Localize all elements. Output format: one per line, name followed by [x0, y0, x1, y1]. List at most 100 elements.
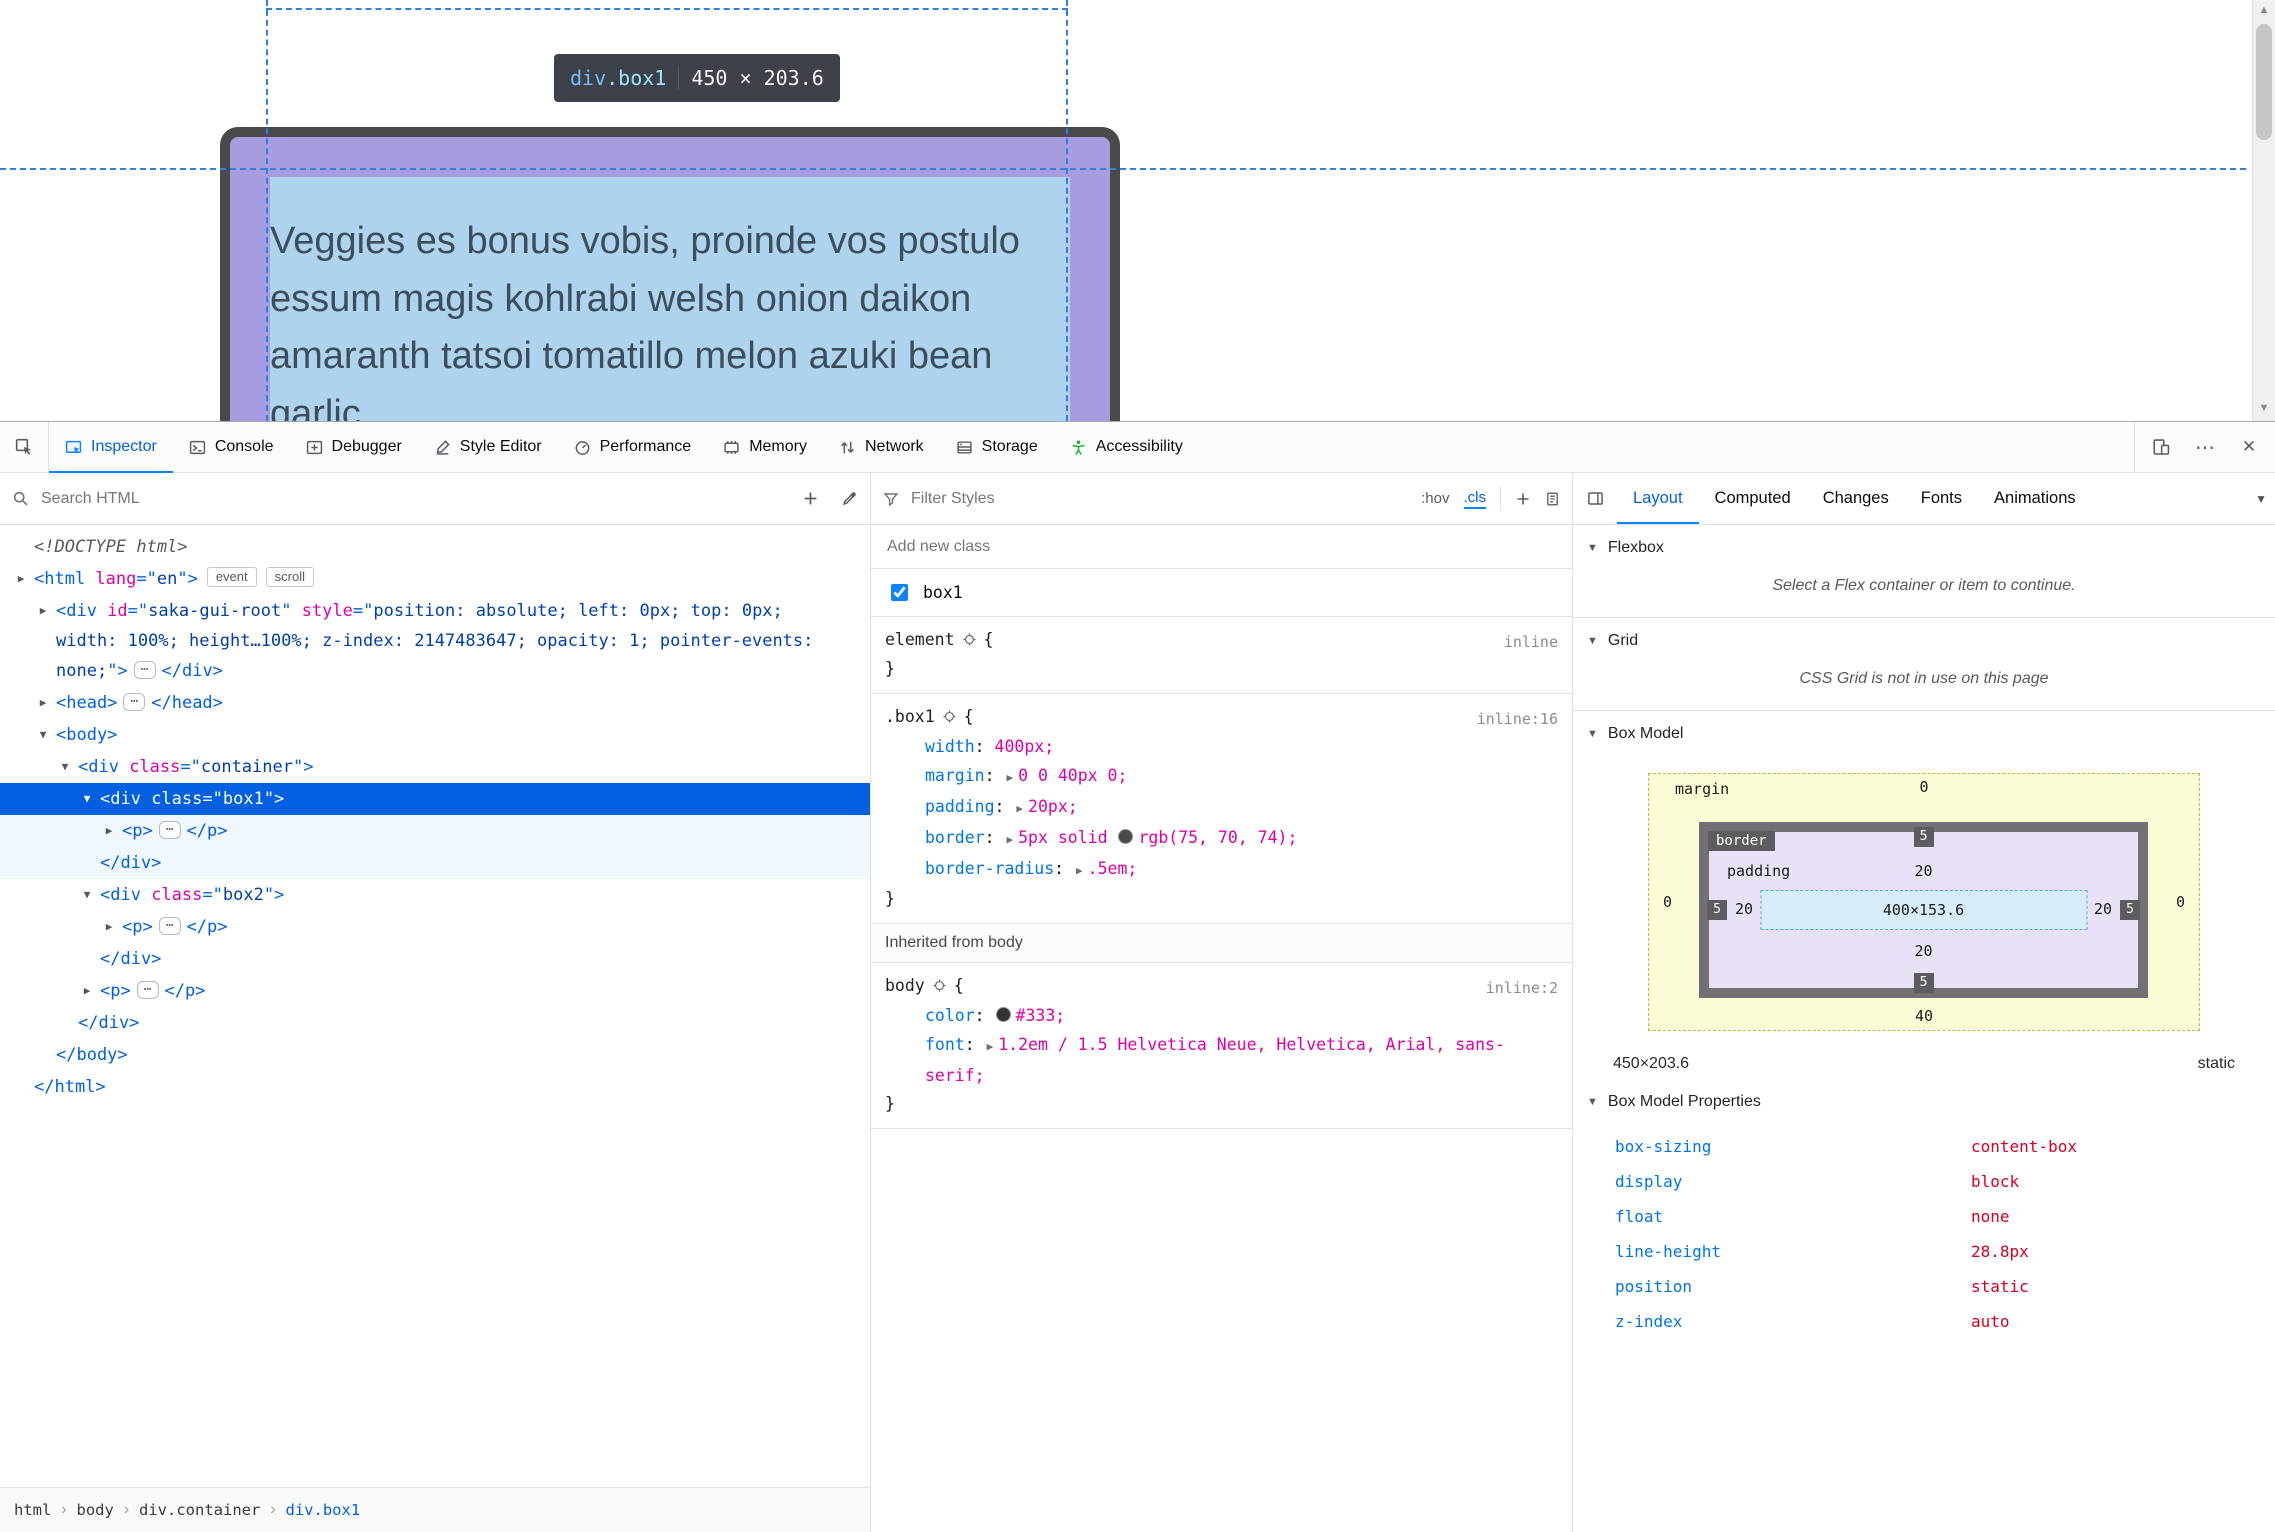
selector-highlighter-icon[interactable]	[942, 709, 957, 724]
node-body-close[interactable]: </body>	[0, 1039, 870, 1071]
inline-expander[interactable]: ⋯	[133, 661, 156, 679]
node-html[interactable]: ▶ <html lang="en"> event scroll	[0, 563, 870, 595]
breadcrumb-item[interactable]: html	[14, 1501, 51, 1519]
twisty-closed-icon[interactable]: ▶	[78, 976, 96, 1006]
twisty-open-icon[interactable]: ▼	[34, 720, 52, 750]
node-box1-close[interactable]: </div>	[0, 847, 870, 879]
twisty-closed-icon[interactable]: ▶	[34, 596, 52, 626]
declaration-border[interactable]: border: ▶ 5px solid rgb(75, 70, 74);	[885, 823, 1554, 854]
sidebar-tab-layout[interactable]: Layout	[1617, 473, 1699, 524]
breadcrumb-item[interactable]: body	[77, 1501, 114, 1519]
breadcrumb-item[interactable]: div.box1	[286, 1501, 361, 1519]
rule-selector[interactable]: .box1	[885, 707, 935, 726]
node-div-box2[interactable]: ▼ <div class="box2">	[0, 879, 870, 911]
node-picker-button[interactable]	[0, 422, 49, 472]
node-div-box1[interactable]: ▼ <div class="box1">	[0, 783, 870, 815]
declaration-border-radius[interactable]: border-radius: ▶ .5em;	[885, 854, 1554, 885]
class-panel-toggle[interactable]: .cls	[1463, 489, 1486, 509]
padding-top-value[interactable]: 20	[1914, 862, 1932, 880]
devtools-tab-console[interactable]: Console	[173, 422, 290, 472]
add-node-button[interactable]	[802, 490, 819, 507]
expand-property-icon[interactable]: ▶	[1076, 864, 1083, 877]
selector-highlighter-icon[interactable]	[962, 632, 977, 647]
layout-property-name[interactable]: display	[1615, 1164, 1971, 1199]
flexbox-section-header[interactable]: ▼ Flexbox	[1573, 525, 2275, 571]
responsive-design-button[interactable]	[2139, 422, 2183, 472]
box-model-properties-header[interactable]: ▼ Box Model Properties	[1573, 1079, 2275, 1125]
inline-expander[interactable]: ⋯	[158, 821, 181, 839]
twisty-closed-icon[interactable]: ▶	[34, 688, 52, 718]
border-bottom-value[interactable]: 5	[1913, 973, 1934, 993]
sidebar-tab-computed[interactable]: Computed	[1699, 473, 1807, 524]
sidebar-toggle-button[interactable]	[1573, 473, 1617, 524]
twisty-open-icon[interactable]: ▼	[56, 752, 74, 782]
padding-left-value[interactable]: 20	[1735, 900, 1753, 918]
node-saka-gui-root[interactable]: ▶ <div id="saka-gui-root" style="position…	[0, 595, 870, 687]
declaration-color[interactable]: color: #333;	[885, 1001, 1554, 1030]
declaration-font[interactable]: font: ▶ 1.2em / 1.5 Helvetica Neue, Helve…	[885, 1030, 1554, 1090]
devtools-tab-performance[interactable]: Performance	[558, 422, 708, 472]
devtools-tab-accessibility[interactable]: Accessibility	[1054, 422, 1199, 472]
declaration-margin[interactable]: margin: ▶ 0 0 40px 0;	[885, 761, 1554, 792]
sidebar-tab-animations[interactable]: Animations	[1978, 473, 2092, 524]
twisty-open-icon[interactable]: ▼	[78, 880, 96, 910]
add-rule-button[interactable]	[1515, 491, 1531, 507]
layout-property-name[interactable]: z-index	[1615, 1304, 1971, 1339]
rule-selector[interactable]: body	[885, 976, 925, 995]
node-container-p[interactable]: ▶ <p> ⋯ </p>	[0, 975, 870, 1007]
devtools-tab-storage[interactable]: Storage	[940, 422, 1054, 472]
stylesheet-link[interactable]: inline:2	[1486, 973, 1558, 1003]
node-box2-close[interactable]: </div>	[0, 943, 870, 975]
twisty-closed-icon[interactable]: ▶	[100, 912, 118, 942]
node-container-close[interactable]: </div>	[0, 1007, 870, 1039]
padding-right-value[interactable]: 20	[2094, 900, 2112, 918]
stylesheet-link[interactable]: inline	[1504, 627, 1558, 657]
layout-property-name[interactable]: box-sizing	[1615, 1129, 1971, 1164]
scroll-up-icon[interactable]: ▲	[2253, 4, 2275, 16]
badge-event[interactable]: event	[206, 567, 257, 587]
twisty-closed-icon[interactable]: ▶	[100, 816, 118, 846]
node-box2-p[interactable]: ▶ <p> ⋯ </p>	[0, 911, 870, 943]
border-left-value[interactable]: 5	[1707, 900, 1727, 920]
box-model-section-header[interactable]: ▼ Box Model	[1573, 711, 2275, 757]
node-doctype[interactable]: <!DOCTYPE html>	[0, 531, 870, 563]
border-right-value[interactable]: 5	[2120, 900, 2140, 920]
box-model-content-region[interactable]: 400×153.6	[1760, 890, 2087, 930]
node-head[interactable]: ▶ <head> ⋯ </head>	[0, 687, 870, 719]
devtools-tab-debugger[interactable]: Debugger	[290, 422, 418, 472]
layout-property-name[interactable]: float	[1615, 1199, 1971, 1234]
expand-property-icon[interactable]: ▶	[1016, 802, 1023, 815]
expand-property-icon[interactable]: ▶	[987, 1040, 994, 1053]
border-top-value[interactable]: 5	[1913, 827, 1934, 847]
close-devtools-button[interactable]: ✕	[2227, 422, 2271, 472]
margin-top-value[interactable]: 0	[1919, 778, 1928, 796]
devtools-tab-memory[interactable]: Memory	[707, 422, 823, 472]
layout-property-name[interactable]: position	[1615, 1269, 1971, 1304]
layout-property-name[interactable]: line-height	[1615, 1234, 1971, 1269]
badge-scroll[interactable]: scroll	[265, 567, 314, 587]
filter-styles-input[interactable]	[909, 488, 1412, 509]
search-input[interactable]	[39, 488, 792, 509]
expand-property-icon[interactable]: ▶	[1006, 771, 1013, 784]
tab-overflow-button[interactable]: ▼	[2251, 473, 2267, 524]
scrollbar-thumb[interactable]	[2256, 24, 2272, 140]
node-div-container[interactable]: ▼ <div class="container">	[0, 751, 870, 783]
expand-property-icon[interactable]: ▶	[1006, 833, 1013, 846]
grid-section-header[interactable]: ▼ Grid	[1573, 618, 2275, 664]
class-checkbox[interactable]	[891, 584, 908, 601]
margin-right-value[interactable]: 0	[2176, 893, 2185, 911]
print-styles-button[interactable]	[1545, 491, 1560, 507]
sidebar-tab-fonts[interactable]: Fonts	[1905, 473, 1978, 524]
selector-highlighter-icon[interactable]	[932, 978, 947, 993]
breadcrumb-item[interactable]: div.container	[139, 1501, 260, 1519]
inline-expander[interactable]: ⋯	[158, 917, 181, 935]
pseudo-class-toggle[interactable]: :hov	[1421, 490, 1449, 507]
devtools-tab-network[interactable]: Network	[823, 422, 940, 472]
devtools-tab-style-editor[interactable]: Style Editor	[418, 422, 558, 472]
box-model-diagram[interactable]: margin 0 0 0 40 border 5 5 5 5 padding 2…	[1648, 773, 2200, 1031]
node-html-close[interactable]: </html>	[0, 1071, 870, 1103]
sidebar-tab-changes[interactable]: Changes	[1807, 473, 1905, 524]
stylesheet-link[interactable]: inline:16	[1477, 704, 1558, 734]
rule-selector[interactable]: element	[885, 630, 955, 649]
padding-bottom-value[interactable]: 20	[1914, 942, 1932, 960]
